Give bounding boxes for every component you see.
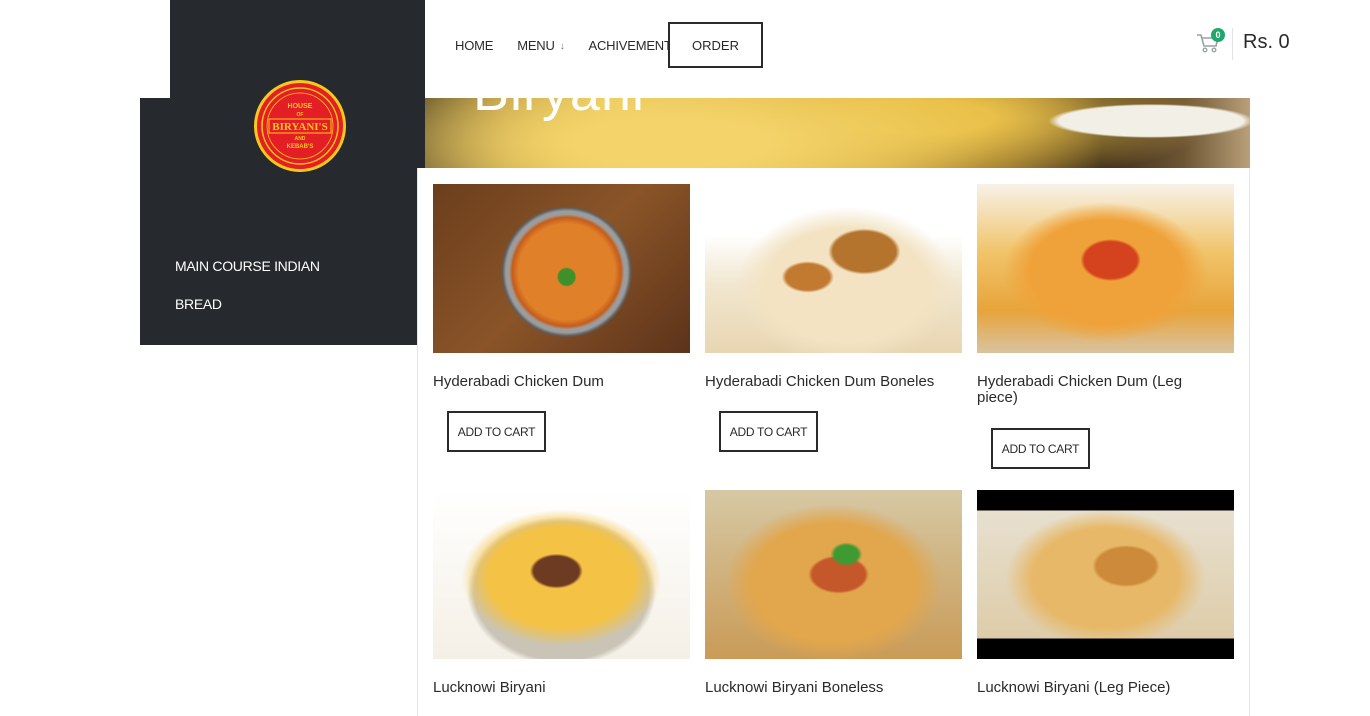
product-card: Lucknowi Biryani Boneless — [705, 490, 962, 696]
nav-home[interactable]: HOME — [455, 38, 493, 53]
add-to-cart-button[interactable]: ADD TO CART — [991, 428, 1090, 469]
add-to-cart-button[interactable]: ADD TO CART — [719, 411, 818, 452]
product-card: Hyderabadi Chicken Dum (Leg piece) ADD T… — [977, 184, 1234, 469]
sidebar-item-bread[interactable]: BREAD — [175, 296, 222, 312]
product-card: Hyderabadi Chicken Dum Boneles ADD TO CA… — [705, 184, 962, 452]
product-card: Lucknowi Biryani — [433, 490, 690, 696]
product-name[interactable]: Lucknowi Biryani — [433, 680, 673, 696]
product-name[interactable]: Hyderabadi Chicken Dum — [433, 374, 673, 390]
nav-menu-label: MENU — [517, 37, 555, 53]
product-name[interactable]: Lucknowi Biryani (Leg Piece) — [977, 680, 1217, 696]
logo-text-of: OF — [297, 112, 304, 118]
product-image[interactable] — [433, 490, 690, 659]
logo-emblem: HOUSE OF BIRYANI'S AND KEBAB'S — [261, 87, 339, 165]
nav-achievements[interactable]: ACHIVEMENTS — [589, 38, 681, 53]
arrow-down-icon: ↓ — [559, 41, 565, 52]
product-grid: Hyderabadi Chicken Dum ADD TO CART Hyder… — [417, 168, 1250, 716]
product-image[interactable] — [433, 184, 690, 353]
product-image[interactable] — [977, 184, 1234, 353]
product-card: Lucknowi Biryani (Leg Piece) — [977, 490, 1234, 696]
nav-menu[interactable]: MENU ↓ — [517, 38, 564, 53]
add-to-cart-button[interactable]: ADD TO CART — [447, 411, 546, 452]
site-logo[interactable]: HOUSE OF BIRYANI'S AND KEBAB'S — [254, 80, 346, 172]
cart-total[interactable]: Rs. 0 — [1243, 31, 1290, 54]
product-image[interactable] — [705, 490, 962, 659]
product-name[interactable]: Lucknowi Biryani Boneless — [705, 680, 945, 696]
cart-count-badge: 0 — [1211, 28, 1225, 42]
product-name[interactable]: Hyderabadi Chicken Dum (Leg piece) — [977, 374, 1217, 406]
product-card: Hyderabadi Chicken Dum ADD TO CART — [433, 184, 690, 452]
product-image[interactable] — [705, 184, 962, 353]
logo-text-and: AND — [295, 136, 306, 142]
product-name[interactable]: Hyderabadi Chicken Dum Boneles — [705, 374, 945, 390]
logo-text-kebabs: KEBAB'S — [287, 144, 314, 150]
product-image[interactable] — [977, 490, 1234, 659]
sidebar-item-main-course-indian[interactable]: MAIN COURSE INDIAN — [175, 258, 320, 274]
logo-text-house: HOUSE — [288, 103, 313, 110]
main-nav: HOME MENU ↓ ACHIVEMENTS — [455, 0, 704, 90]
order-button[interactable]: ORDER — [668, 22, 763, 68]
cart-divider — [1232, 28, 1233, 60]
sidebar-menu: MAIN COURSE INDIAN BREAD — [140, 254, 417, 345]
logo-text-biryanis: BIRYANI'S — [272, 121, 327, 133]
